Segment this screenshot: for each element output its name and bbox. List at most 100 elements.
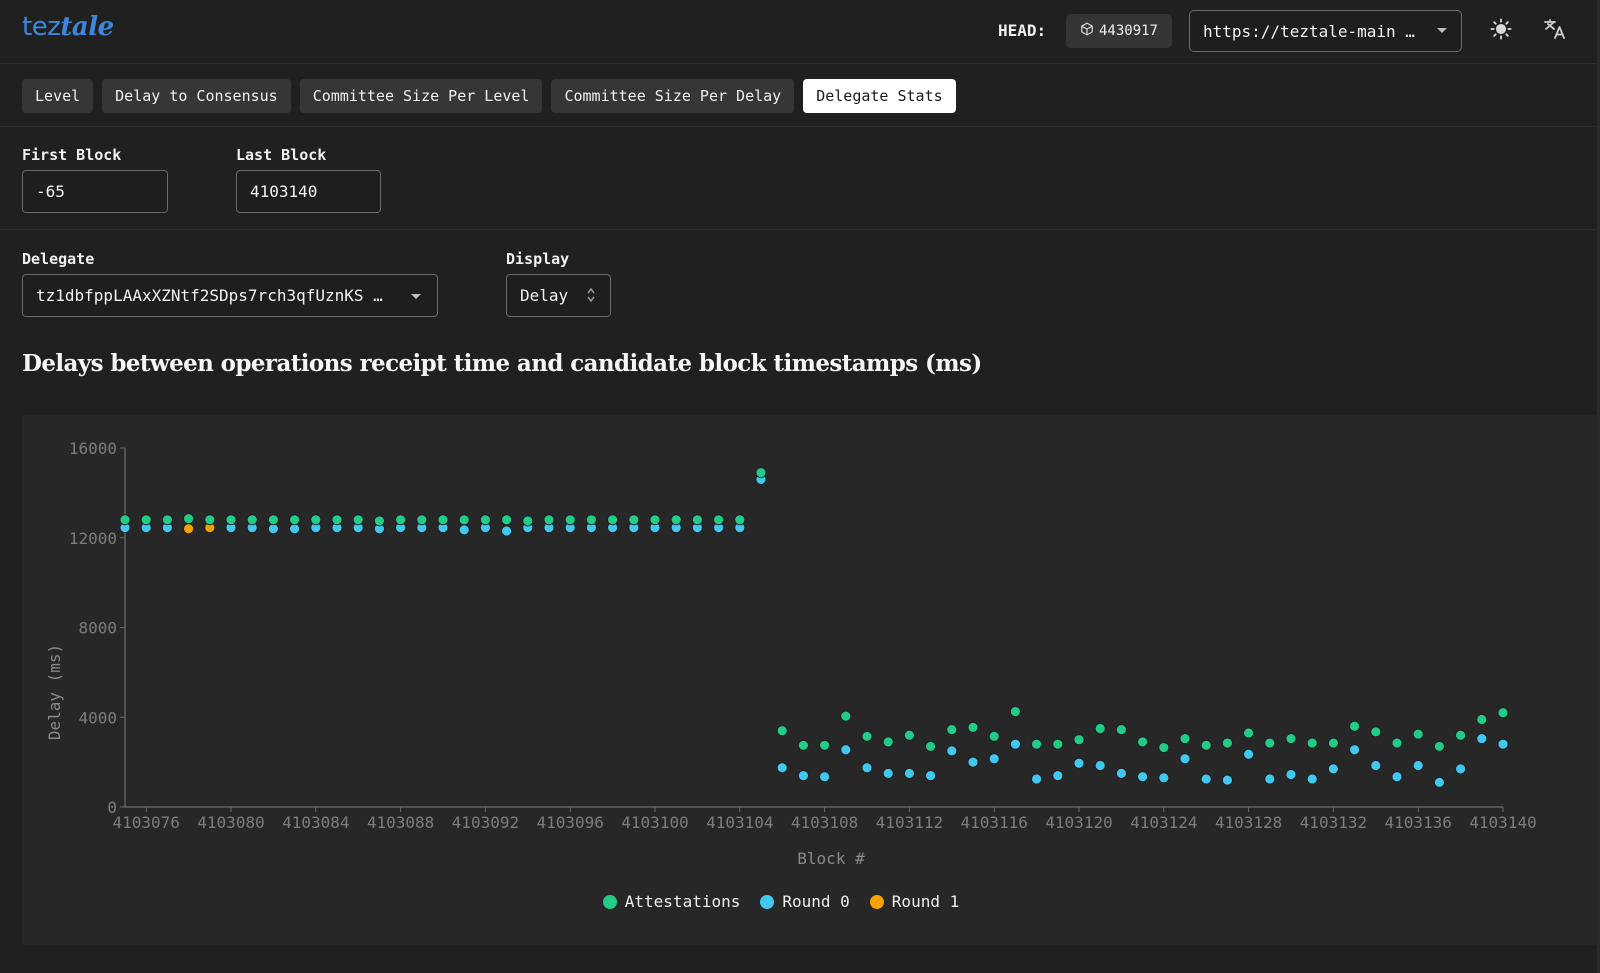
data-point-attestations — [395, 514, 407, 526]
data-point-attestations — [946, 724, 958, 735]
data-point-round-0 — [1010, 738, 1021, 750]
data-point-attestations — [692, 514, 703, 526]
data-point-attestations — [352, 514, 364, 526]
data-point-attestations — [1200, 739, 1212, 751]
data-point-round-0 — [946, 745, 958, 757]
display-select[interactable]: Delay — [506, 274, 611, 317]
first-block-input[interactable]: -65 — [22, 170, 168, 213]
view-tabs: Level Delay to Consensus Committee Size … — [22, 79, 956, 113]
chart-title: Delays between operations receipt time a… — [22, 350, 982, 377]
node-url-value: https://teztale-main … — [1203, 21, 1415, 41]
data-point-attestations — [543, 514, 555, 526]
tab-committee-size-per-delay[interactable]: Committee Size Per Delay — [551, 79, 795, 113]
data-point-round-0 — [458, 524, 470, 536]
delegate-label: Delegate — [22, 250, 95, 268]
divider — [0, 229, 1600, 230]
display-value: Delay — [520, 286, 569, 305]
data-point-round-0 — [1222, 774, 1233, 786]
node-url-select[interactable]: https://teztale-main … — [1189, 10, 1462, 52]
data-point-attestations — [1052, 738, 1064, 750]
data-point-attestations — [119, 514, 131, 526]
data-point-round-0 — [904, 767, 915, 779]
last-block-value: 4103140 — [250, 182, 318, 201]
data-point-attestations — [437, 514, 449, 526]
legend-item-round-0[interactable]: Round 0 — [760, 892, 850, 911]
x-tick-label: 4103124 — [1130, 813, 1197, 832]
head-label: HEAD: — [998, 21, 1047, 40]
data-point-round-0 — [267, 523, 279, 535]
data-point-round-1 — [183, 523, 195, 535]
x-tick-label: 4103136 — [1384, 813, 1451, 832]
data-point-attestations — [1370, 726, 1382, 738]
legend-item-round-1[interactable]: Round 1 — [869, 892, 959, 911]
y-tick-label: 4000 — [78, 708, 117, 727]
data-point-attestations — [289, 514, 301, 526]
data-point-round-0 — [819, 771, 830, 783]
data-point-round-0 — [1476, 733, 1488, 744]
data-point-attestations — [1349, 720, 1360, 732]
data-point-round-0 — [1073, 757, 1085, 769]
data-point-attestations — [1158, 742, 1170, 753]
logo-bold-text: tale — [60, 12, 114, 42]
scatter-chart: 04000800012000160004103076 4103080 4103084… — [45, 439, 1537, 868]
x-tick-label: 4103088 — [367, 813, 434, 832]
data-point-attestations — [1455, 729, 1466, 741]
data-point-attestations — [458, 514, 470, 526]
data-point-attestations — [904, 729, 915, 741]
data-point-round-0 — [1200, 773, 1212, 785]
legend-dot-round-0 — [760, 894, 775, 909]
logo[interactable]: teztale — [22, 12, 114, 42]
x-tick-label: 4103076 — [112, 813, 179, 832]
x-tick-label: 4103096 — [536, 813, 603, 832]
chevron-down-icon — [411, 294, 421, 299]
x-tick-label: 4103112 — [876, 813, 943, 832]
data-point-attestations — [416, 514, 428, 526]
data-point-attestations — [1137, 736, 1148, 748]
data-point-round-0 — [1264, 773, 1276, 785]
legend-dot-attestations — [602, 894, 617, 909]
delegate-select[interactable]: tz1dbfppLAAxXZNtf2SDps7rch3qfUznKS … — [22, 274, 438, 317]
tab-level[interactable]: Level — [22, 79, 94, 113]
legend-label: Attestations — [624, 892, 741, 911]
data-point-round-0 — [1031, 773, 1042, 785]
tab-delegate-stats[interactable]: Delegate Stats — [803, 79, 956, 113]
data-point-round-0 — [1328, 763, 1339, 775]
last-block-input[interactable]: 4103140 — [236, 170, 381, 213]
data-point-attestations — [1412, 728, 1424, 740]
data-point-round-0 — [798, 770, 809, 781]
legend-label: Round 0 — [782, 892, 850, 911]
first-block-value: -65 — [36, 182, 65, 201]
x-tick-label: 4103100 — [621, 813, 688, 832]
data-point-attestations — [882, 736, 894, 748]
delegate-value: tz1dbfppLAAxXZNtf2SDps7rch3qfUznKS … — [36, 286, 383, 305]
language-button[interactable] — [1542, 18, 1568, 44]
data-point-attestations — [586, 514, 597, 526]
data-point-attestations — [564, 514, 576, 526]
data-point-attestations — [267, 514, 279, 526]
tab-committee-size-per-level[interactable]: Committee Size Per Level — [299, 79, 543, 113]
data-point-round-0 — [1455, 763, 1466, 775]
first-block-label: First Block — [22, 146, 122, 164]
data-point-attestations — [967, 721, 979, 733]
data-point-attestations — [1116, 724, 1127, 735]
chart-panel: 0 4000 8000 12000 16000 4103076 4103080 4103084… — [22, 415, 1600, 945]
data-point-round-0 — [1391, 771, 1403, 783]
data-point-round-0 — [1497, 738, 1509, 750]
last-block-label: Last Block — [236, 146, 327, 164]
data-point-round-0 — [988, 753, 1000, 765]
head-block-badge[interactable]: 4430917 — [1066, 14, 1172, 48]
x-tick-label: 4103080 — [197, 813, 264, 832]
translate-icon — [1543, 17, 1567, 45]
data-point-attestations — [840, 710, 852, 722]
y-tick-label: 12000 — [69, 529, 117, 548]
theme-toggle-button[interactable] — [1488, 18, 1514, 44]
data-point-attestations — [1094, 723, 1106, 734]
data-point-attestations — [331, 514, 343, 526]
data-point-attestations — [798, 739, 809, 751]
legend-item-attestations[interactable]: Attestations — [602, 892, 741, 911]
data-point-attestations — [501, 514, 513, 526]
data-point-attestations — [1497, 707, 1509, 719]
data-point-attestations — [607, 514, 618, 526]
x-tick-label: 4103116 — [960, 813, 1027, 832]
tab-delay-to-consensus[interactable]: Delay to Consensus — [102, 79, 291, 113]
